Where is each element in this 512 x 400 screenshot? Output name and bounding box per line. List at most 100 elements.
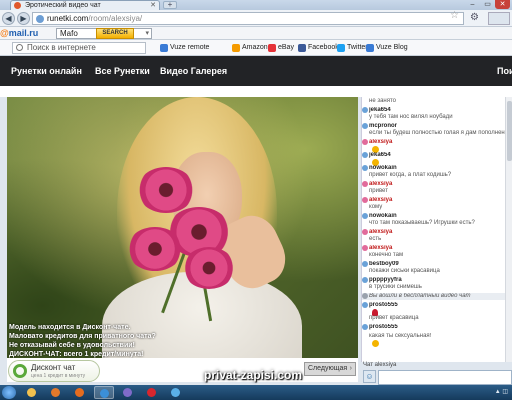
bookmark-item[interactable]: Twitter [337, 43, 368, 53]
chat-username[interactable]: jeka654 [369, 152, 512, 159]
chat-text: что там показываешь? Игрушки есть? [369, 220, 475, 226]
nav-all-runetki[interactable]: Все Рунетки [95, 66, 150, 76]
start-button[interactable] [2, 386, 16, 399]
bookmark-item[interactable]: Vuze remote [160, 43, 209, 53]
url-path: /room/alexsiya/ [88, 14, 143, 23]
flower [183, 247, 235, 289]
wrench-icon[interactable]: ⚙ [470, 12, 479, 23]
taskbar-app[interactable] [118, 386, 138, 399]
chat-username[interactable]: alexsiya [369, 245, 512, 252]
next-model-button[interactable]: Следующая › [304, 362, 356, 376]
omnibox-placeholder: Поиск в интернете [27, 43, 96, 52]
chat-username[interactable]: prosto555 [369, 324, 512, 331]
taskbar-explorer[interactable] [22, 386, 42, 399]
chat-message: mcpronor если ты будеш полностью голая я … [362, 123, 512, 137]
nav-video-gallery[interactable]: Видео Галерея [160, 66, 227, 76]
toolbar-search-button[interactable]: SEARCH [96, 28, 134, 39]
chat-username[interactable]: alexsiya [369, 181, 512, 188]
chat-message: alexsiya кому [362, 197, 512, 211]
user-avatar-icon [362, 165, 368, 171]
maximize-icon[interactable]: ▭ [480, 0, 495, 9]
omnibox-search[interactable]: Поиск в интернете [12, 42, 146, 54]
search-icon [16, 44, 23, 51]
chat-username[interactable]: bestboy09 [369, 261, 512, 268]
chat-message: Вы вошли в бесплатный видео чат [362, 293, 512, 300]
chat-username[interactable]: mcpronor [369, 123, 512, 130]
chat-message: nowokain что там показываешь? Игрушки ест… [362, 213, 512, 227]
chat-scrollbar[interactable] [505, 97, 512, 362]
chat-text: привет [369, 188, 388, 194]
minimize-icon[interactable]: – [465, 0, 480, 9]
mailru-logo[interactable]: @mail.ru [0, 28, 38, 38]
taskbar-skype[interactable] [166, 386, 186, 399]
dropdown-icon[interactable]: ▾ [145, 29, 149, 38]
user-avatar-icon [362, 152, 368, 158]
taskbar-media[interactable] [46, 386, 66, 399]
skype-icon [171, 388, 180, 397]
chat-username[interactable]: alexsiya [369, 197, 512, 204]
scroll-thumb[interactable] [507, 101, 512, 161]
taskbar-opera[interactable] [142, 386, 162, 399]
nav-runetki-online[interactable]: Рунетки онлайн [11, 66, 82, 76]
chat-username[interactable]: alexsiya [369, 139, 512, 146]
site-nav: Рунетки онлайн Все Рунетки Видео Галерея… [0, 56, 512, 86]
globe-icon [36, 15, 44, 23]
user-avatar-icon [362, 197, 368, 203]
flower [137, 167, 195, 213]
chat-text: какая ты сексуальная! [369, 333, 432, 339]
bookmark-star-icon[interactable]: ☆ [450, 10, 459, 21]
tab-close-icon[interactable]: ✕ [150, 1, 156, 10]
bookmark-favicon-icon [268, 44, 276, 52]
chat-username[interactable]: alexsiya [369, 229, 512, 236]
new-tab-button[interactable]: + [163, 1, 177, 9]
chat-message: привет красавица [362, 315, 512, 322]
bookmark-favicon-icon [160, 44, 168, 52]
taskbar-firefox[interactable] [70, 386, 90, 399]
discount-chat-button[interactable]: Дисконт чат цена 1 кредит в минуту [8, 360, 100, 382]
chat-smiley-icon[interactable]: ☺ [363, 370, 376, 383]
chat-message: alexsiya привет [362, 181, 512, 195]
chat-text: конечно там [369, 252, 404, 258]
user-avatar-icon [362, 277, 368, 283]
user-avatar-icon [362, 261, 368, 267]
address-bar: ◀ ▶ runetki.com/room/alexsiya/ ☆ ⚙ [0, 10, 512, 27]
forward-icon[interactable]: ▶ [17, 12, 30, 25]
user-avatar-icon [362, 293, 368, 299]
chat-input[interactable] [378, 370, 512, 385]
back-icon[interactable]: ◀ [2, 12, 15, 25]
user-avatar-icon [362, 139, 368, 145]
browser-tab[interactable]: Эротический видео чат ✕ [10, 0, 160, 10]
window-controls: – ▭ ✕ [465, 0, 510, 9]
bookmark-item[interactable]: Facebook [298, 43, 339, 53]
chat-username[interactable]: nowokain [369, 165, 512, 172]
bookmark-label: Twitter [347, 44, 368, 51]
close-window-icon[interactable]: ✕ [495, 0, 510, 9]
discount-title: Дисконт чат [31, 363, 76, 372]
bookmark-favicon-icon [337, 44, 345, 52]
spacer [0, 86, 512, 97]
caption-line: Модель находится в Дисконт-чате. [9, 324, 131, 331]
bookmark-item[interactable]: Amazon [232, 43, 268, 53]
watermark-text: privat-zapisi.com [204, 368, 303, 382]
user-avatar-icon [362, 107, 368, 113]
chat-username[interactable]: nowokain [369, 213, 512, 220]
taskbar-download[interactable] [94, 386, 114, 399]
video-player[interactable]: Модель находится в Дисконт-чате. Маловат… [7, 97, 358, 358]
chat-panel: не занято jeka654 у тебя там нос вилял ноу… [361, 97, 512, 362]
chat-text: кому [369, 204, 383, 210]
bookmark-item[interactable]: eBay [268, 43, 294, 53]
smiley-icon [372, 340, 379, 347]
nav-search-cut[interactable]: Пои [497, 66, 512, 76]
title-bar: Эротический видео чат ✕ + – ▭ ✕ [0, 0, 512, 10]
chat-username[interactable]: prosto555 [369, 302, 512, 309]
url-input[interactable]: runetki.com/room/alexsiya/ [32, 12, 464, 25]
discount-ring-icon [13, 364, 27, 378]
chat-text: покажи сиськи красавица [369, 268, 440, 274]
system-tray[interactable]: ▲ ◫ [495, 388, 508, 395]
chat-username[interactable]: jeka654 [369, 107, 512, 114]
chat-text: привет красавица [369, 315, 419, 321]
user-avatar-icon [362, 324, 368, 330]
chat-username[interactable]: pppppyyfra [369, 277, 512, 284]
bookmark-item[interactable]: Vuze Blog [366, 43, 408, 53]
extension-button[interactable] [488, 12, 510, 25]
